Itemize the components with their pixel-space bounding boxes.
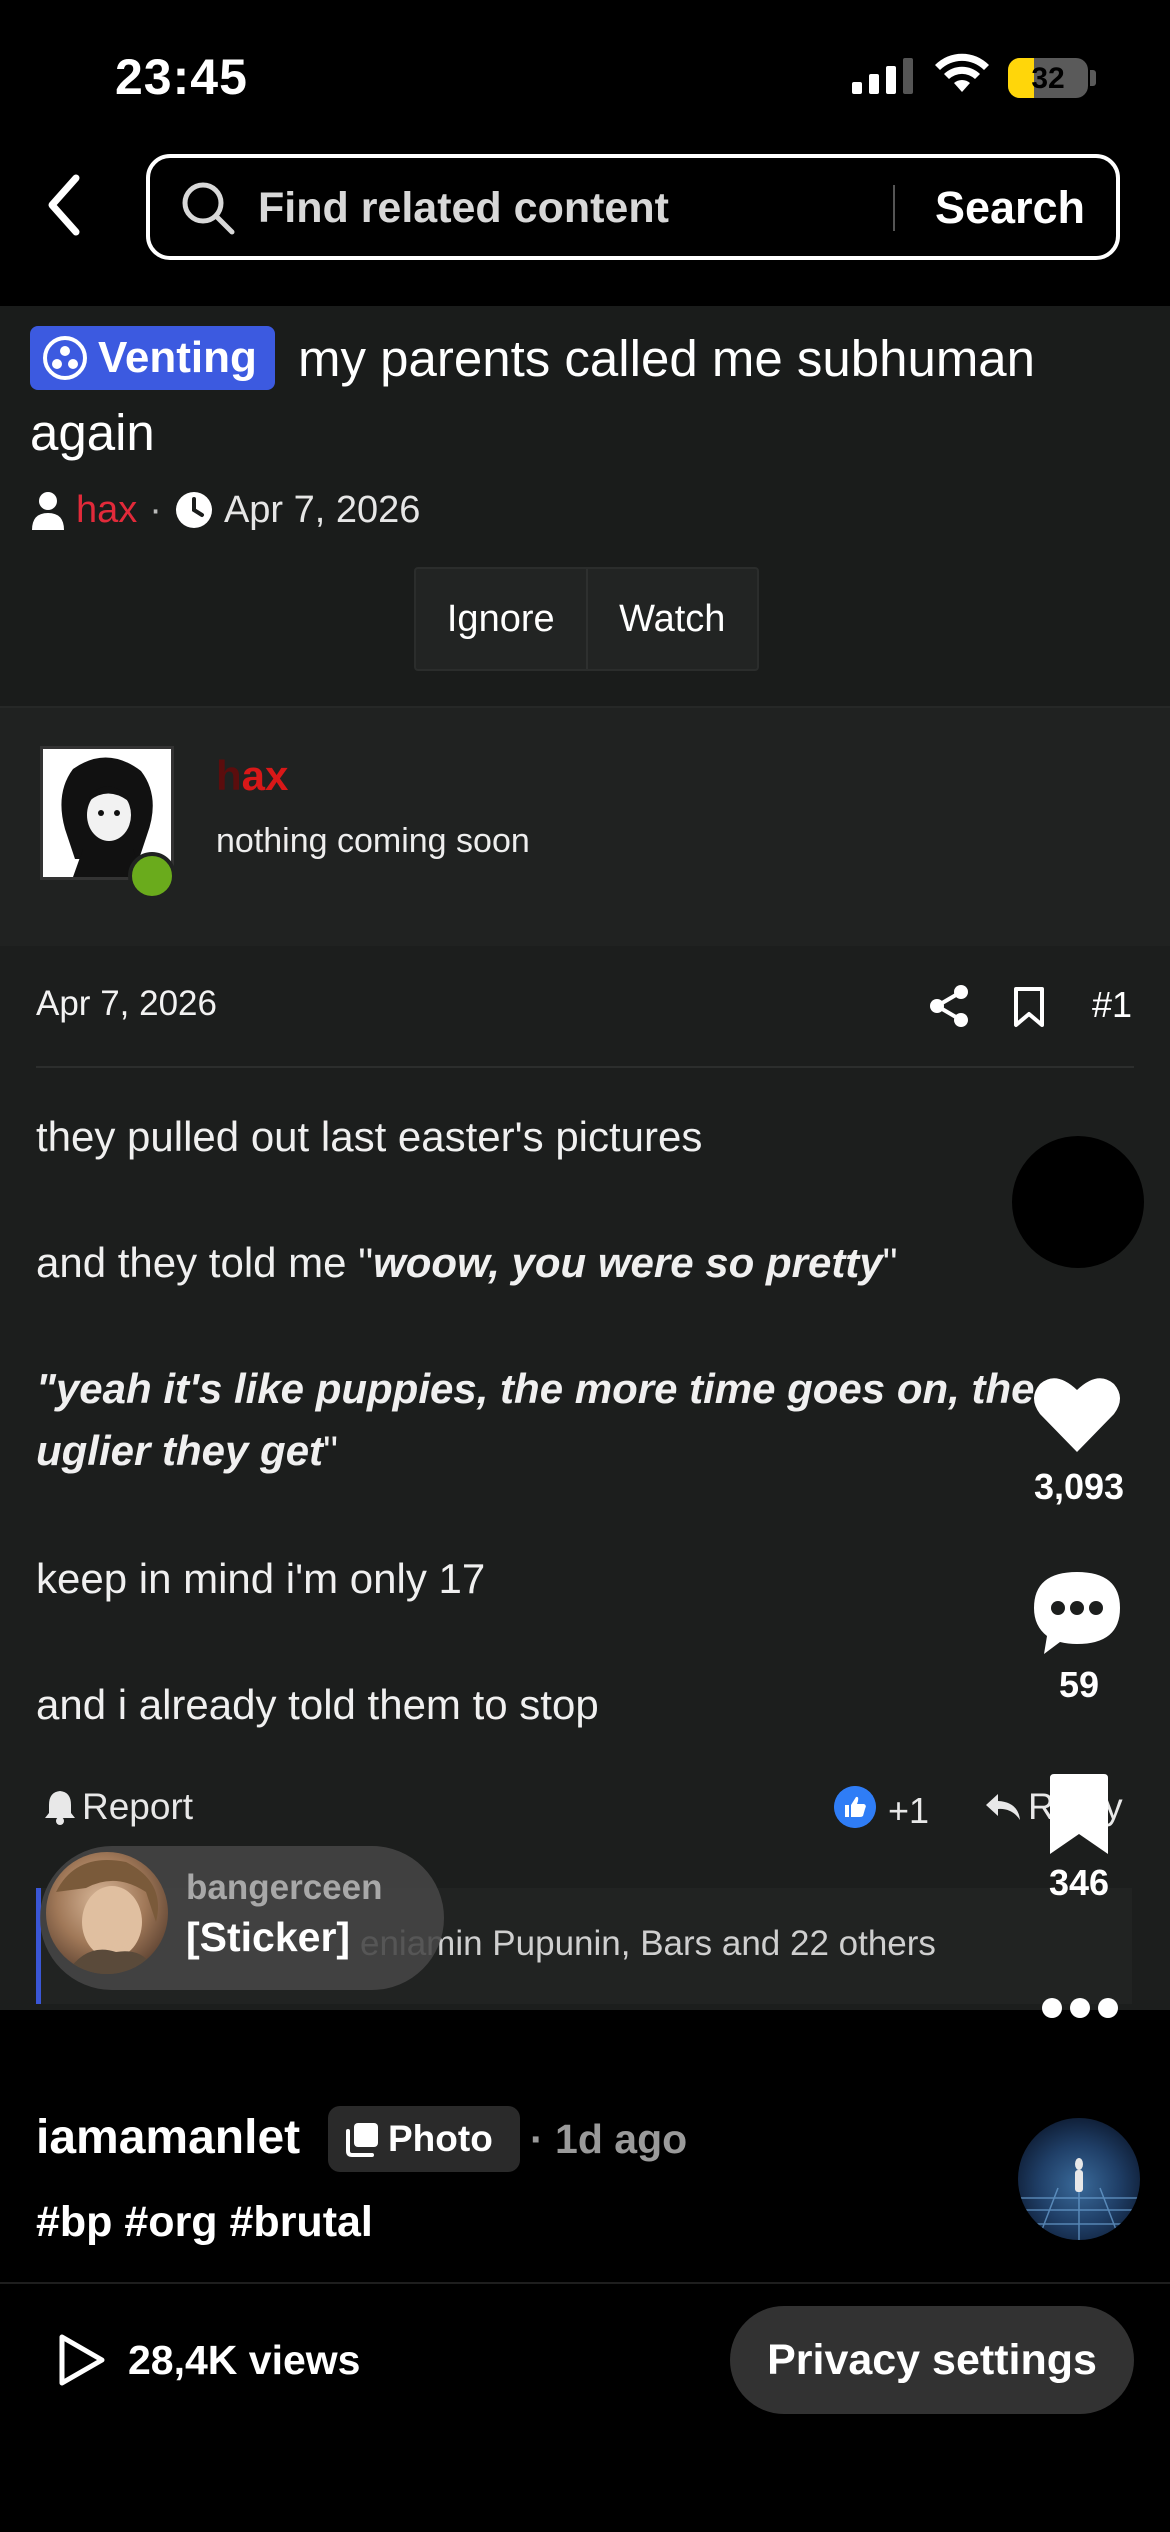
- report-button[interactable]: Report: [44, 1786, 193, 1828]
- clock-icon: [175, 492, 212, 528]
- post-line-2: and they told me "woow, you were so pret…: [36, 1232, 1116, 1294]
- share-icon[interactable]: [928, 984, 970, 1028]
- comment-icon[interactable]: [1030, 1568, 1124, 1658]
- search-icon: [182, 182, 235, 235]
- thread-actions: Ignore Watch: [414, 567, 759, 671]
- bottom-divider: [0, 2282, 1170, 2284]
- music-disc-art-icon: [1018, 2158, 1140, 2240]
- privacy-settings-button[interactable]: Privacy settings: [730, 2306, 1134, 2414]
- meta-separator: ·: [149, 488, 162, 531]
- post-date: Apr 7, 2026: [36, 984, 217, 1023]
- venting-icon: [43, 336, 87, 380]
- post-line-3: "yeah it's like puppies, the more time g…: [36, 1358, 1116, 1482]
- battery-icon: 32: [1008, 58, 1088, 98]
- caption-username[interactable]: iamamanlet: [36, 2110, 300, 2165]
- caption-hashtags[interactable]: #bp #org #brutal: [36, 2198, 373, 2247]
- sticker-label: [Sticker]: [186, 1914, 351, 1960]
- post-number[interactable]: #1: [1092, 984, 1132, 1026]
- post-line-5: and i already told them to stop: [36, 1681, 599, 1728]
- user-icon: [32, 492, 64, 530]
- post-quote-2: "yeah it's like puppies, the more time g…: [36, 1365, 1035, 1474]
- watch-button[interactable]: Watch: [585, 569, 758, 669]
- photo-chip-label: Photo: [388, 2118, 493, 2159]
- thread-author[interactable]: hax: [76, 489, 137, 532]
- post-line-1: they pulled out last easter's pictures: [36, 1113, 703, 1160]
- user-name-rest: ax: [241, 752, 289, 799]
- commenter-photo-icon: [56, 1860, 158, 1974]
- cellular-signal-icon: [852, 58, 913, 94]
- views-counter[interactable]: 28,4K views: [56, 2330, 361, 2390]
- online-indicator: [128, 852, 176, 900]
- search-button[interactable]: Search: [920, 176, 1100, 240]
- bell-icon: [45, 1791, 75, 1825]
- heart-icon[interactable]: [1032, 1372, 1122, 1456]
- comment-count: 59: [1058, 1664, 1100, 1705]
- thumbs-up-icon: [834, 1786, 876, 1828]
- post-line-3-end: ": [323, 1427, 338, 1474]
- post-quote: woow, you were so pretty: [373, 1239, 883, 1286]
- commenter-name: bangerceen: [186, 1868, 383, 1907]
- post-line-4: keep in mind i'm only 17: [36, 1555, 486, 1602]
- thread-meta: hax · Apr 7, 2026: [30, 482, 420, 538]
- photo-icon: [346, 2123, 378, 2157]
- reaction-count[interactable]: +1: [888, 1790, 929, 1832]
- creator-avatar[interactable]: [1012, 1136, 1144, 1268]
- user-name[interactable]: hax: [216, 752, 288, 800]
- save-count: 346: [1048, 1862, 1110, 1903]
- back-button[interactable]: [40, 170, 90, 240]
- photo-type-chip: Photo: [328, 2106, 520, 2172]
- ignore-button[interactable]: Ignore: [416, 569, 586, 669]
- divider: [36, 1066, 1134, 1068]
- caption-time: · 1d ago: [530, 2116, 688, 2162]
- post-line-2-text: and they told me ": [36, 1239, 374, 1286]
- music-disc[interactable]: [1018, 2118, 1140, 2240]
- play-icon: [59, 2334, 105, 2386]
- search-divider: [893, 185, 895, 231]
- user-name-first: h: [216, 752, 242, 799]
- views-label: 28,4K views: [128, 2336, 361, 2383]
- save-icon[interactable]: [1046, 1772, 1112, 1856]
- battery-level: 32: [1031, 62, 1065, 95]
- search-input[interactable]: [258, 178, 878, 238]
- commenter-avatar[interactable]: [46, 1852, 168, 1974]
- bookmark-icon[interactable]: [1012, 986, 1046, 1028]
- venting-prefix-badge: Venting: [30, 326, 275, 390]
- prefix-label: Venting: [98, 333, 257, 382]
- more-options-icon[interactable]: [1040, 1996, 1120, 2020]
- wifi-icon: [935, 53, 989, 92]
- report-label: Report: [82, 1786, 194, 1827]
- user-status: nothing coming soon: [216, 822, 530, 860]
- thread-date: Apr 7, 2026: [223, 488, 421, 531]
- reactions-text: eniamin Pupunin, Bars and 22 others: [360, 1924, 936, 1963]
- reply-icon: [986, 1794, 1020, 1820]
- post-line-2-end: ": [882, 1239, 898, 1286]
- status-time: 23:45: [115, 49, 248, 105]
- battery-tip: [1090, 70, 1096, 86]
- user-block: [0, 706, 1170, 946]
- like-count: 3,093: [1033, 1466, 1125, 1507]
